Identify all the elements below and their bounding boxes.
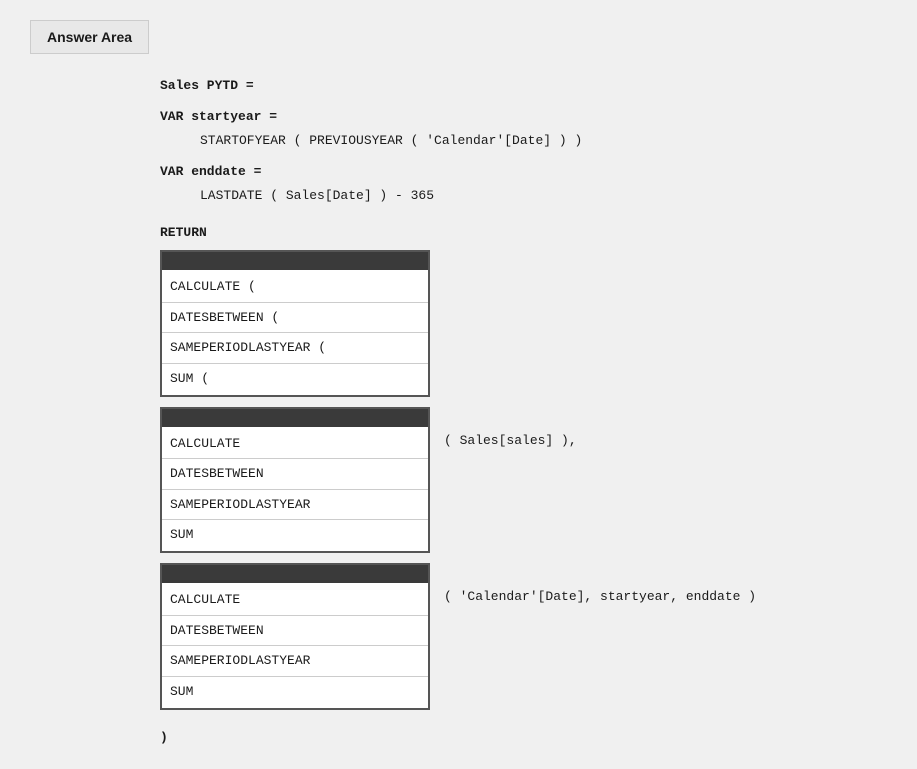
drag-box-2-items: CALCULATE DATESBETWEEN SAMEPERIODLASTYEA… xyxy=(162,427,428,552)
closing-paren: ) xyxy=(160,726,917,749)
drag-box-3[interactable]: CALCULATE DATESBETWEEN SAMEPERIODLASTYEA… xyxy=(160,563,430,710)
drag-box-1-item-3[interactable]: SAMEPERIODLASTYEAR ( xyxy=(162,333,428,363)
drag-box-3-suffix: ( 'Calendar'[Date], startyear, enddate ) xyxy=(444,563,756,608)
drag-box-2-header xyxy=(162,409,428,427)
code-line-4: VAR enddate = xyxy=(160,160,917,183)
drag-box-3-item-2[interactable]: DATESBETWEEN xyxy=(162,616,428,646)
drag-box-1-header xyxy=(162,252,428,270)
page-container: Answer Area Sales PYTD = VAR startyear =… xyxy=(0,0,917,769)
header-title: Answer Area xyxy=(47,29,132,45)
drag-box-1-item-4[interactable]: SUM ( xyxy=(162,364,428,393)
drag-box-3-header xyxy=(162,565,428,583)
drag-boxes-area: CALCULATE ( DATESBETWEEN ( SAMEPERIODLAS… xyxy=(160,250,917,749)
drag-box-group-1: CALCULATE ( DATESBETWEEN ( SAMEPERIODLAS… xyxy=(160,250,917,397)
drag-box-1-item-1[interactable]: CALCULATE ( xyxy=(162,272,428,302)
drag-box-3-item-3[interactable]: SAMEPERIODLASTYEAR xyxy=(162,646,428,676)
drag-box-1-items: CALCULATE ( DATESBETWEEN ( SAMEPERIODLAS… xyxy=(162,270,428,395)
code-section: Sales PYTD = VAR startyear = STARTOFYEAR… xyxy=(160,74,917,749)
drag-box-2-item-2[interactable]: DATESBETWEEN xyxy=(162,459,428,489)
code-line-return: RETURN xyxy=(160,221,917,244)
code-line-2: VAR startyear = xyxy=(160,105,917,128)
drag-box-2-item-4[interactable]: SUM xyxy=(162,520,428,549)
answer-area-header: Answer Area xyxy=(30,20,149,54)
drag-box-3-items: CALCULATE DATESBETWEEN SAMEPERIODLASTYEA… xyxy=(162,583,428,708)
code-line-1: Sales PYTD = xyxy=(160,74,917,97)
drag-box-3-item-4[interactable]: SUM xyxy=(162,677,428,706)
code-line-3: STARTOFYEAR ( PREVIOUSYEAR ( 'Calendar'[… xyxy=(200,129,917,152)
drag-box-1[interactable]: CALCULATE ( DATESBETWEEN ( SAMEPERIODLAS… xyxy=(160,250,430,397)
drag-box-3-item-1[interactable]: CALCULATE xyxy=(162,585,428,615)
drag-box-group-2: CALCULATE DATESBETWEEN SAMEPERIODLASTYEA… xyxy=(160,407,917,554)
drag-box-1-item-2[interactable]: DATESBETWEEN ( xyxy=(162,303,428,333)
drag-box-group-3: CALCULATE DATESBETWEEN SAMEPERIODLASTYEA… xyxy=(160,563,917,710)
drag-box-2-item-1[interactable]: CALCULATE xyxy=(162,429,428,459)
drag-box-2-item-3[interactable]: SAMEPERIODLASTYEAR xyxy=(162,490,428,520)
code-line-5: LASTDATE ( Sales[Date] ) - 365 xyxy=(200,184,917,207)
drag-box-2[interactable]: CALCULATE DATESBETWEEN SAMEPERIODLASTYEA… xyxy=(160,407,430,554)
drag-box-2-suffix: ( Sales[sales] ), xyxy=(444,407,577,452)
